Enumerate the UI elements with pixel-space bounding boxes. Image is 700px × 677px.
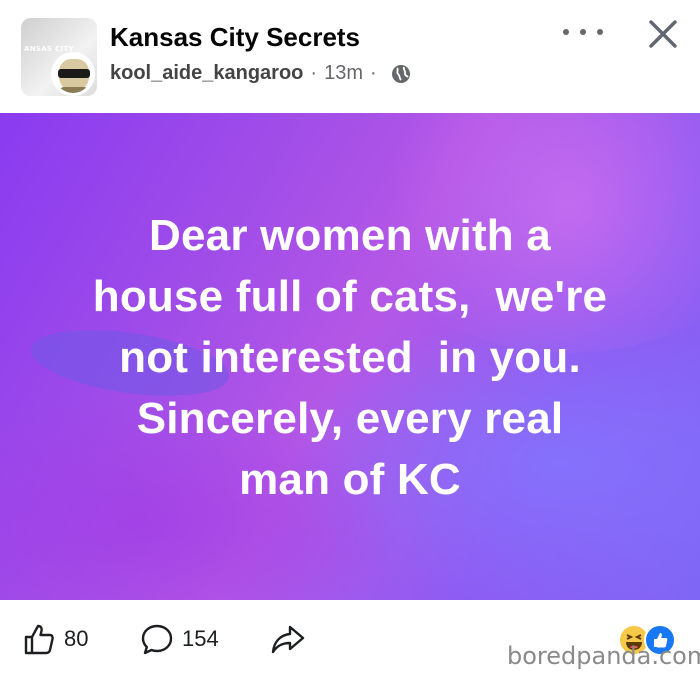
post-text: Dear women with a house full of cats, we… — [20, 205, 680, 510]
watermark: boredpanda.com — [507, 642, 700, 670]
share-arrow-icon — [271, 625, 305, 654]
post-text-line: not interested in you. — [119, 333, 581, 382]
meta-separator: · — [310, 62, 318, 84]
more-dots-icon[interactable] — [563, 22, 603, 42]
globe-icon — [391, 64, 411, 84]
like-button[interactable]: 80 — [22, 622, 88, 656]
avatar-sunglasses — [58, 69, 90, 78]
close-icon[interactable] — [646, 17, 680, 51]
like-count: 80 — [64, 626, 89, 651]
group-name[interactable]: Kansas City Secrets — [110, 22, 360, 53]
post-text-line: man of KC — [239, 455, 461, 504]
share-button[interactable] — [270, 622, 306, 656]
post-time[interactable]: 13m — [324, 62, 363, 85]
comment-bubble-icon — [141, 624, 173, 655]
post-text-line: Dear women with a — [149, 211, 551, 260]
user-avatar[interactable] — [51, 52, 95, 96]
post-text-line: Sincerely, every real — [136, 394, 564, 443]
post-meta: kool_aide_kangaroo · 13m · — [110, 62, 411, 85]
comment-button[interactable]: 154 — [140, 622, 219, 656]
author-name[interactable]: kool_aide_kangaroo — [110, 62, 303, 85]
post-text-line: house full of cats, we're — [92, 272, 608, 321]
comment-count: 154 — [182, 626, 219, 651]
thumbs-up-icon — [24, 624, 54, 655]
meta-separator: · — [369, 62, 377, 84]
post-header — [0, 0, 700, 113]
